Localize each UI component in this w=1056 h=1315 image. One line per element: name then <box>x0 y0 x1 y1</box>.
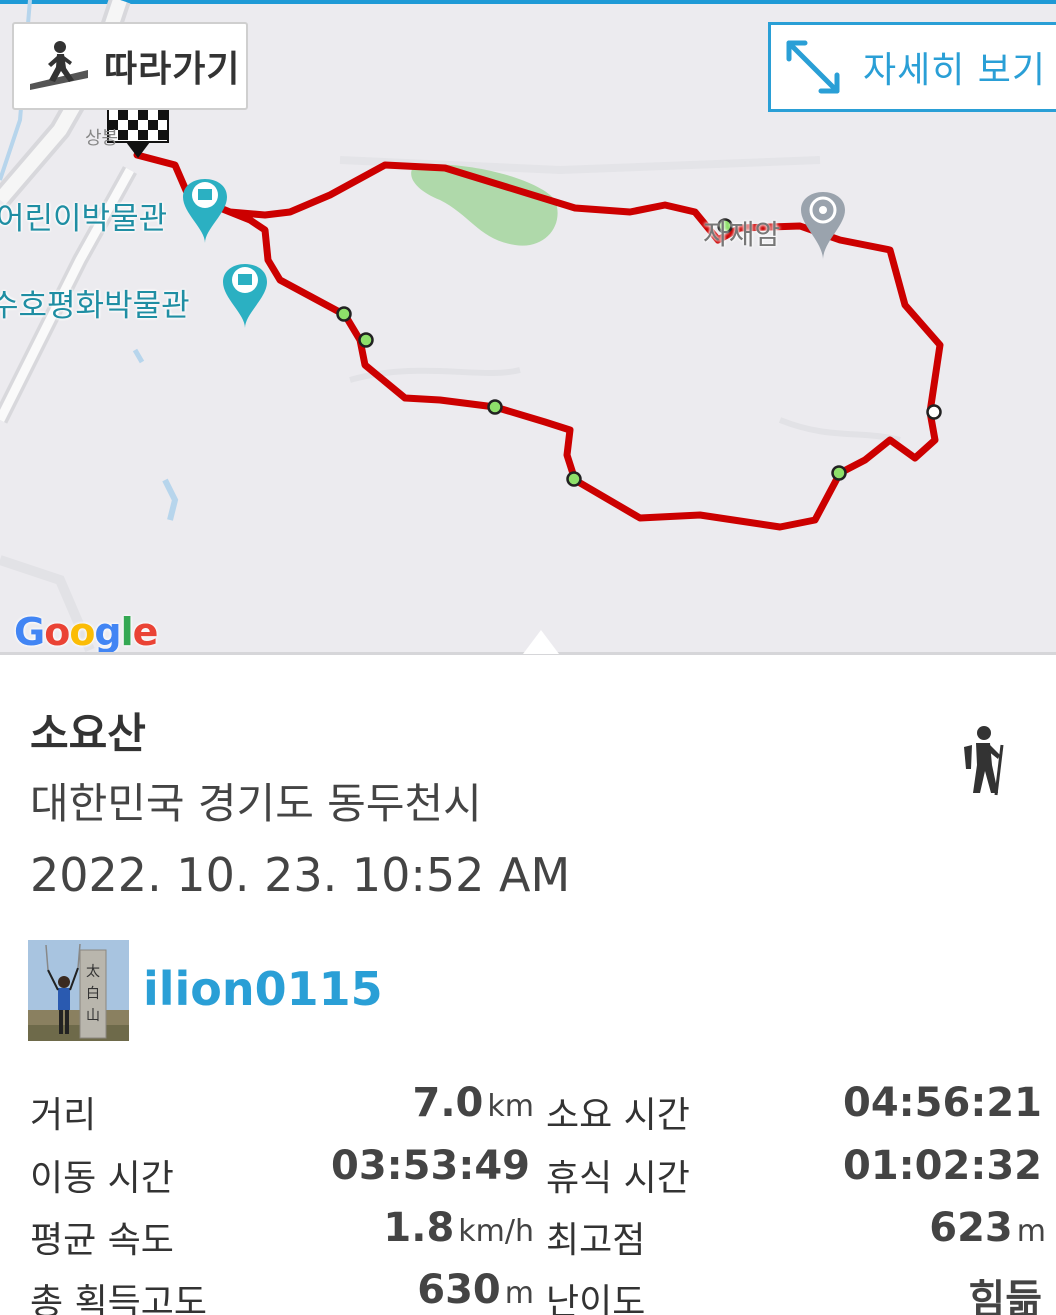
trail-location: 대한민국 경기도 동두천시 <box>30 779 482 828</box>
stat-right-value: 힘듦 <box>968 1277 1042 1315</box>
stat-left-value: 7.0 km <box>412 1080 534 1126</box>
stat-left-label: 총 획득고도 <box>30 1282 208 1315</box>
stat-left-value: 630 m <box>417 1267 534 1313</box>
svg-text:山: 山 <box>86 1008 100 1024</box>
trail-title: 소요산 <box>30 709 146 758</box>
map-label-museum2: 수호평화박물관 <box>0 288 190 324</box>
stat-left-label: 거리 <box>30 1095 97 1136</box>
stat-right-label: 난이도 <box>546 1282 646 1315</box>
detail-view-button[interactable]: 자세히 보기 <box>768 22 1056 112</box>
stat-row: 이동 시간 03:53:49 휴식 시간 01:02:32 <box>0 1143 1056 1203</box>
svg-text:太: 太 <box>86 964 100 980</box>
map-view[interactable]: 상봉 어린이박물관 수호평화박물관 자재암 Google 따라가기 자세히 보기 <box>0 0 1056 655</box>
map-label-village: 상봉 <box>85 128 119 149</box>
trail-datetime: 2022. 10. 23. 10:52 AM <box>30 848 571 902</box>
stat-left-value: 1.8 km/h <box>383 1205 534 1251</box>
map-label-museum1: 어린이박물관 <box>0 201 168 237</box>
stat-right-value: 01:02:32 <box>843 1143 1042 1189</box>
stat-row: 거리 7.0 km 소요 시간 04:56:21 <box>0 1080 1056 1140</box>
follow-button[interactable]: 따라가기 <box>12 22 248 110</box>
stat-right-value: 04:56:21 <box>843 1080 1042 1126</box>
stat-left-label: 이동 시간 <box>30 1158 174 1199</box>
stat-left-value: 03:53:49 <box>331 1143 530 1189</box>
stat-right-label: 휴식 시간 <box>546 1158 690 1199</box>
stat-right-value: 623 m <box>929 1205 1046 1251</box>
hiking-icon <box>964 726 1004 796</box>
stat-row: 평균 속도 1.8 km/h 최고점 623 m <box>0 1205 1056 1265</box>
trail-detail-screen: 상봉 어린이박물관 수호평화박물관 자재암 Google 따라가기 자세히 보기… <box>0 0 1056 1315</box>
stat-left-label: 평균 속도 <box>30 1220 174 1261</box>
stat-right-label: 최고점 <box>546 1220 646 1261</box>
avatar[interactable]: 太 白 山 <box>28 940 129 1041</box>
map-pointer-notch <box>523 630 559 654</box>
follow-button-label: 따라가기 <box>104 49 241 90</box>
google-logo: Google <box>14 610 158 654</box>
map-label-temple: 자재암 <box>703 218 781 251</box>
expand-arrows-icon <box>786 40 840 94</box>
username-link[interactable]: ilion0115 <box>143 962 383 1016</box>
detail-view-button-label: 자세히 보기 <box>863 50 1047 91</box>
stat-row: 총 획득고도 630 m 난이도 힘듦 <box>0 1267 1056 1315</box>
svg-text:白: 白 <box>86 986 100 1002</box>
hiker-walking-icon <box>30 41 88 90</box>
stat-right-label: 소요 시간 <box>546 1095 690 1136</box>
